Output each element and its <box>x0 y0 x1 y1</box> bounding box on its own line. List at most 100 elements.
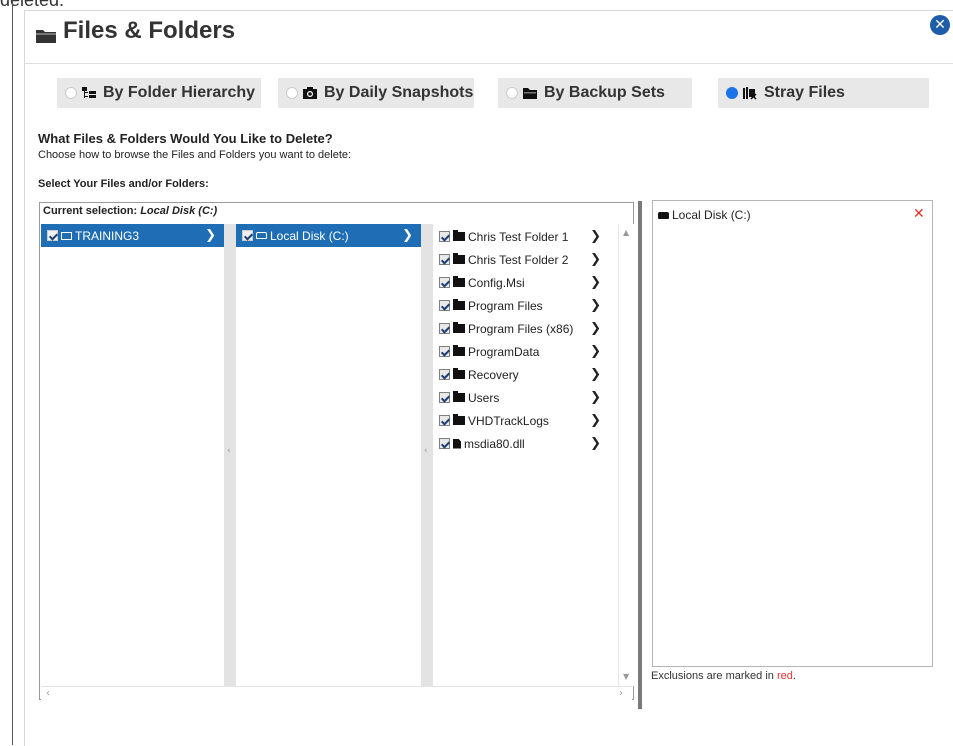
item-label: ProgramData <box>468 344 540 359</box>
folder-icon <box>453 253 465 264</box>
scroll-down-arrow-icon[interactable]: ▼ <box>623 672 629 681</box>
chevron-right-icon: ❯ <box>590 344 601 359</box>
scroll-right-arrow-icon[interactable]: › <box>619 688 623 699</box>
tab-stray-files[interactable]: Stray Files <box>718 78 929 108</box>
checkbox[interactable] <box>439 415 450 426</box>
checkbox[interactable] <box>439 231 450 242</box>
chevron-right-icon: ❯ <box>590 275 601 290</box>
radio-folder-hierarchy[interactable] <box>65 87 77 99</box>
browser-column-disks: Local Disk (C:) ❯ <box>236 224 421 686</box>
checkbox[interactable] <box>439 346 450 357</box>
list-item[interactable]: Users ❯ <box>433 386 609 409</box>
checkbox[interactable] <box>439 369 450 380</box>
close-icon: ✕ <box>934 17 946 33</box>
list-item[interactable]: Program Files (x86) ❯ <box>433 317 609 340</box>
list-item[interactable]: VHDTrackLogs ❯ <box>433 409 609 432</box>
folder-icon <box>35 23 57 43</box>
selected-item: Local Disk (C:) <box>658 208 751 222</box>
browser-column-folders: Chris Test Folder 1 ❯ Chris Test Folder 2… <box>433 224 609 686</box>
radio-stray-files[interactable] <box>726 87 738 99</box>
computer-icon <box>61 231 72 240</box>
left-border-line <box>12 0 13 745</box>
selected-items-panel: Local Disk (C:) ✕ <box>652 200 933 667</box>
chevron-right-icon: ❯ <box>590 229 601 244</box>
folder-icon <box>453 299 465 310</box>
exclusions-note: Exclusions are marked in red. <box>651 670 796 682</box>
header-divider <box>25 63 953 64</box>
tab-label: Stray Files <box>764 84 845 101</box>
chevron-right-icon: ❯ <box>590 298 601 313</box>
disk-icon <box>256 232 267 239</box>
tab-by-backup-sets[interactable]: By Backup Sets <box>498 78 692 108</box>
chevron-right-icon: ❯ <box>590 436 601 451</box>
checkbox[interactable] <box>439 277 450 288</box>
chevron-right-icon: ❯ <box>590 252 601 267</box>
chevron-right-icon: ❯ <box>205 228 216 243</box>
chevron-left-icon: ‹ <box>424 446 428 456</box>
remove-selection-icon[interactable]: ✕ <box>913 206 925 222</box>
folder-icon <box>453 230 465 241</box>
selected-item-label: Local Disk (C:) <box>672 208 751 222</box>
item-label: Chris Test Folder 2 <box>468 252 569 267</box>
item-label: Chris Test Folder 1 <box>468 229 569 244</box>
folder-open-icon <box>522 86 538 100</box>
dialog-title-text: Files & Folders <box>63 17 236 44</box>
checkbox[interactable] <box>439 323 450 334</box>
list-item[interactable]: TRAINING3 ❯ <box>41 224 224 247</box>
checkbox[interactable] <box>439 438 450 449</box>
radio-daily-snapshots[interactable] <box>286 87 298 99</box>
item-label: Recovery <box>468 367 519 382</box>
list-item[interactable]: msdia80.dll ❯ <box>433 432 609 455</box>
tab-by-daily-snapshots[interactable]: By Daily Snapshots <box>278 78 474 108</box>
column-splitter[interactable]: ‹ <box>224 224 236 686</box>
item-label: Program Files (x86) <box>468 321 574 336</box>
folder-icon <box>453 414 465 425</box>
folder-icon <box>453 322 465 333</box>
item-label: VHDTrackLogs <box>468 413 549 428</box>
radio-backup-sets[interactable] <box>506 87 518 99</box>
list-item[interactable]: Config.Msi ❯ <box>433 271 609 294</box>
camera-icon <box>302 86 318 100</box>
select-files-label: Select Your Files and/or Folders: <box>38 178 209 190</box>
vertical-scrollbar[interactable]: ▲ ▼ <box>618 224 634 686</box>
column-splitter[interactable]: ‹ <box>421 224 433 686</box>
tab-label: By Backup Sets <box>544 84 665 101</box>
list-item[interactable]: Program Files ❯ <box>433 294 609 317</box>
checkbox[interactable] <box>439 392 450 403</box>
checkbox[interactable] <box>47 230 58 241</box>
tab-by-folder-hierarchy[interactable]: By Folder Hierarchy <box>57 78 261 108</box>
exclusions-note-prefix: Exclusions are marked in <box>651 670 777 682</box>
folder-icon <box>453 276 465 287</box>
item-label: Config.Msi <box>468 275 525 290</box>
folder-icon <box>453 391 465 402</box>
current-selection: Current selection: Local Disk (C:) <box>43 205 217 217</box>
scroll-up-arrow-icon[interactable]: ▲ <box>623 228 629 237</box>
chevron-right-icon: ❯ <box>590 321 601 336</box>
close-button[interactable]: ✕ <box>930 15 950 35</box>
horizontal-scrollbar[interactable]: ‹ › <box>41 686 632 700</box>
folder-tree-icon <box>81 86 97 100</box>
list-item[interactable]: Local Disk (C:) ❯ <box>236 224 421 247</box>
list-item[interactable]: ProgramData ❯ <box>433 340 609 363</box>
dialog-title: Files & Folders <box>35 17 235 45</box>
item-label: TRAINING3 <box>75 228 140 243</box>
current-selection-label: Current selection: <box>43 205 138 217</box>
checkbox[interactable] <box>439 254 450 265</box>
item-label: Users <box>468 390 500 405</box>
tab-label: By Folder Hierarchy <box>103 84 256 101</box>
item-label: Local Disk (C:) <box>270 228 349 243</box>
exclusions-note-red: red <box>776 670 793 682</box>
chevron-right-icon: ❯ <box>402 228 413 243</box>
chevron-right-icon: ❯ <box>590 390 601 405</box>
delete-question-heading: What Files & Folders Would You Like to D… <box>38 131 333 146</box>
scroll-left-arrow-icon[interactable]: ‹ <box>46 688 50 699</box>
file-browser: Current selection: Local Disk (C:) TRAIN… <box>39 202 634 700</box>
checkbox[interactable] <box>242 230 253 241</box>
file-icon <box>453 438 461 449</box>
chevron-right-icon: ❯ <box>590 413 601 428</box>
list-item[interactable]: Recovery ❯ <box>433 363 609 386</box>
panel-divider <box>638 201 642 709</box>
list-item[interactable]: Chris Test Folder 1 ❯ <box>433 225 609 248</box>
list-item[interactable]: Chris Test Folder 2 ❯ <box>433 248 609 271</box>
checkbox[interactable] <box>439 300 450 311</box>
